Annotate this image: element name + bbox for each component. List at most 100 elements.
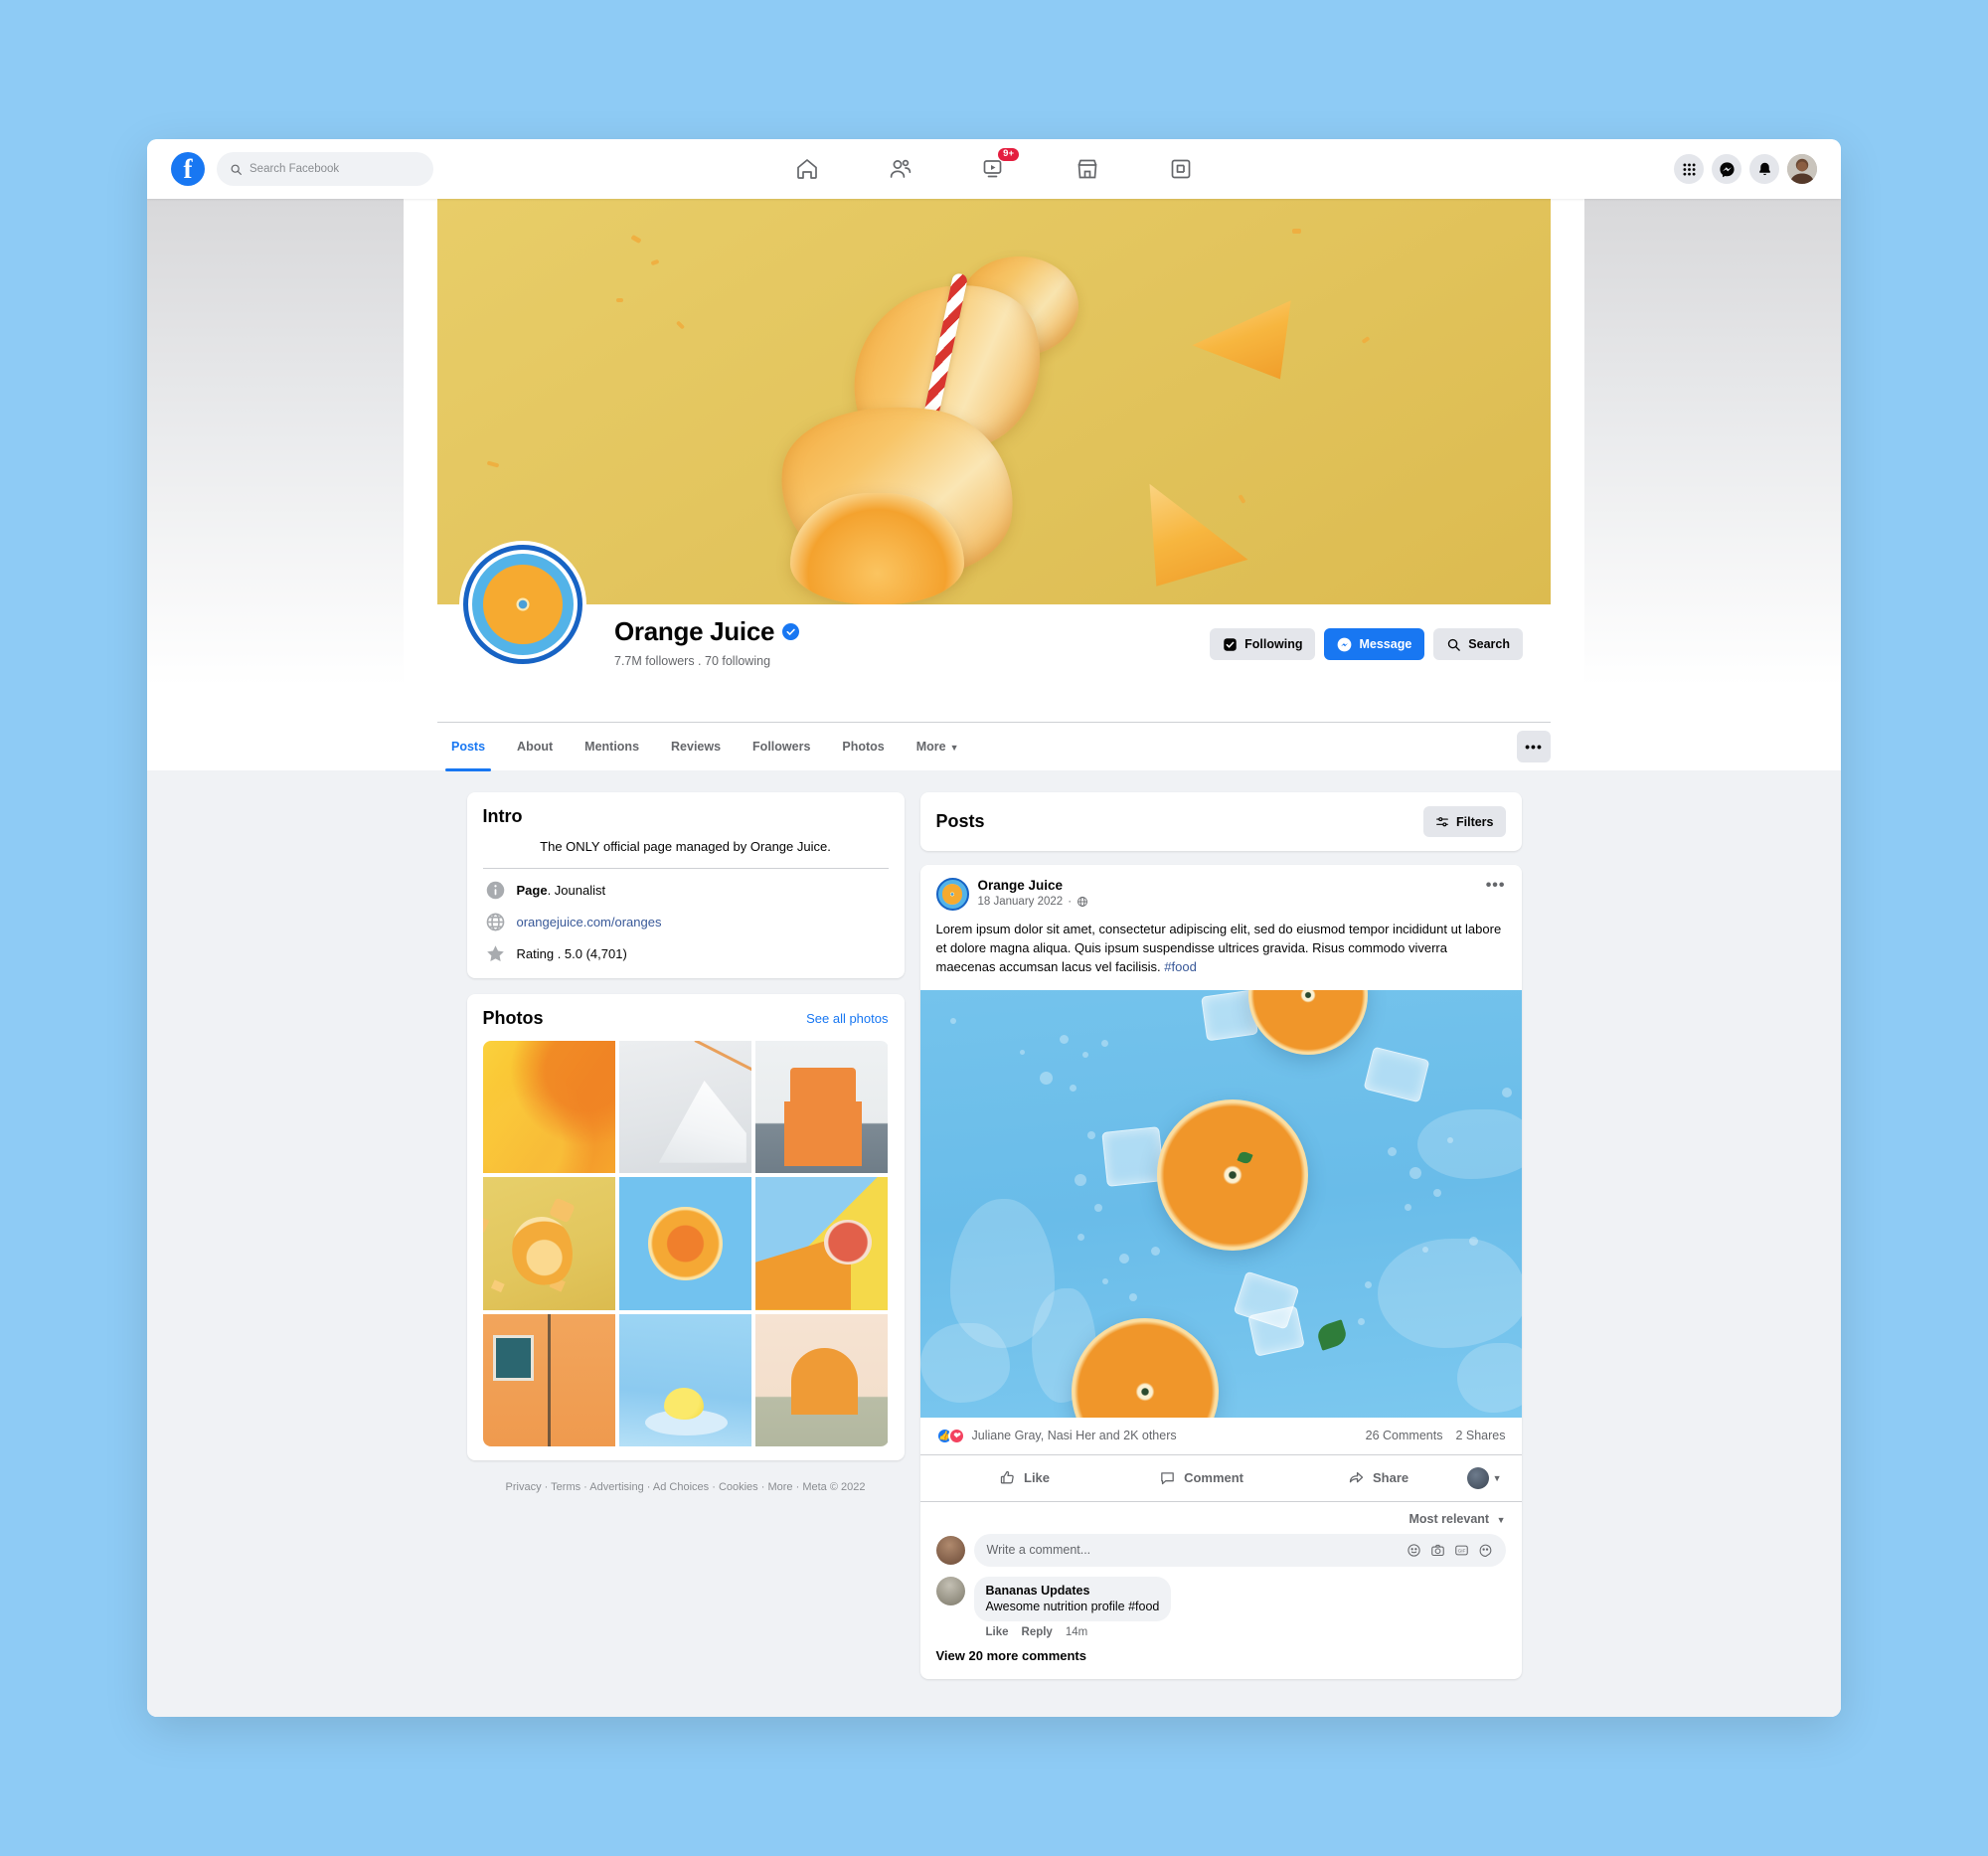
photo-thumbnail[interactable] (618, 1041, 752, 1174)
like-button-label: Like (1024, 1470, 1051, 1486)
post-action-row: Like Comment Share ▼ (919, 1455, 1522, 1502)
following-button[interactable]: Following (1210, 628, 1316, 660)
comment-text: Awesome nutrition profile #food (985, 1599, 1160, 1613)
share-as-avatar[interactable] (1466, 1466, 1489, 1489)
photo-thumbnail[interactable] (618, 1313, 752, 1446)
profile-picture[interactable] (459, 541, 586, 668)
page-title: Orange Juice (614, 616, 800, 647)
filters-button-label: Filters (1455, 814, 1494, 829)
nav-watch-icon[interactable]: 9+ (981, 147, 1020, 182)
messenger-icon[interactable] (1712, 154, 1741, 184)
footer-links: Privacy · Terms · Advertising · Ad Choic… (505, 1480, 866, 1493)
star-icon (485, 943, 506, 964)
globe-privacy-icon (1077, 897, 1087, 907)
intro-category-rest: . Jounalist (547, 883, 606, 898)
photo-thumbnail[interactable] (755, 1177, 889, 1310)
photos-card: Photos See all photos (466, 994, 905, 1460)
gif-icon[interactable]: GIF (1454, 1543, 1469, 1558)
view-more-comments-link[interactable]: View 20 more comments (920, 1642, 1522, 1679)
tab-mentions[interactable]: Mentions (571, 723, 653, 771)
photo-thumbnail[interactable] (755, 1313, 889, 1446)
comment-input[interactable]: Write a comment... GIF (973, 1533, 1506, 1567)
footer-link-more[interactable]: More (767, 1481, 792, 1493)
tab-more[interactable]: More ▼ (903, 723, 973, 771)
footer-link-privacy[interactable]: Privacy (506, 1481, 542, 1493)
post-shares-count[interactable]: 2 Shares (1455, 1429, 1505, 1442)
camera-icon[interactable] (1430, 1543, 1445, 1558)
cover-wedge-1 (1192, 300, 1291, 380)
profile-action-buttons: Following Message Search (1210, 628, 1523, 660)
footer-link-cookies[interactable]: Cookies (719, 1481, 758, 1493)
cover-left-gradient (147, 199, 404, 686)
message-button[interactable]: Message (1324, 628, 1425, 660)
photos-title: Photos (482, 1008, 544, 1028)
tab-followers[interactable]: Followers (739, 723, 824, 771)
cover-photo[interactable] (437, 199, 1551, 604)
cover-right-gradient (1584, 199, 1841, 686)
topbar-right-actions (1674, 154, 1817, 184)
footer-link-adchoices[interactable]: Ad Choices (653, 1481, 709, 1493)
grid-menu-icon[interactable] (1674, 154, 1704, 184)
search-input[interactable]: Search Facebook (217, 152, 433, 186)
page-search-button[interactable]: Search (1433, 628, 1523, 660)
intro-website-link[interactable]: orangejuice.com/oranges (517, 915, 662, 929)
share-button[interactable]: Share (1290, 1460, 1467, 1496)
comment-like-action[interactable]: Like (986, 1626, 1009, 1638)
footer-link-terms[interactable]: Terms (551, 1481, 580, 1493)
comment-button[interactable]: Comment (1113, 1460, 1290, 1496)
nav-groups-icon[interactable] (1168, 156, 1194, 182)
comment-reply-action[interactable]: Reply (1022, 1626, 1053, 1638)
page-name-text: Orange Juice (614, 616, 775, 646)
tab-reviews[interactable]: Reviews (657, 723, 735, 771)
photo-thumbnail[interactable] (482, 1313, 615, 1446)
post-body: Lorem ipsum dolor sit amet, consectetur … (935, 922, 1502, 974)
photo-thumbnail[interactable] (755, 1041, 889, 1174)
footer-copyright: Meta © 2022 (802, 1480, 866, 1493)
photo-thumbnail[interactable] (482, 1177, 615, 1310)
nav-marketplace-icon[interactable] (1075, 156, 1100, 182)
tab-posts[interactable]: Posts (437, 723, 499, 771)
search-icon (1448, 638, 1461, 651)
reaction-icons: 👍 ❤ (935, 1427, 965, 1444)
post-author-avatar[interactable] (935, 878, 969, 911)
emoji-icon[interactable] (1407, 1543, 1421, 1558)
facebook-topbar: f Search Facebook 9+ (147, 139, 1841, 199)
post-card: Orange Juice 18 January 2022 · ••• Lorem… (919, 865, 1522, 1679)
comment-button-label: Comment (1184, 1470, 1244, 1486)
post-comments-count[interactable]: 26 Comments (1366, 1429, 1443, 1442)
like-button[interactable]: Like (936, 1460, 1113, 1496)
facebook-logo[interactable]: f (171, 152, 205, 186)
photo-thumbnail[interactable] (482, 1041, 615, 1174)
info-icon (485, 880, 506, 901)
comment-author-name[interactable]: Bananas Updates (986, 1584, 1160, 1598)
comment-sort-selector[interactable]: Most relevant ▼ (920, 1502, 1522, 1530)
posts-panel-header: Posts Filters (919, 792, 1522, 851)
post-options-button[interactable]: ••• (1486, 877, 1506, 895)
filters-button[interactable]: Filters (1422, 806, 1506, 837)
thumbs-up-icon (1000, 1470, 1014, 1484)
verified-badge-icon (782, 623, 800, 640)
tab-photos[interactable]: Photos (828, 723, 898, 771)
nav-home-icon[interactable] (794, 156, 820, 182)
intro-rating-row: Rating . 5.0 (4,701) (483, 932, 889, 964)
page-options-button[interactable]: ••• (1517, 731, 1551, 762)
tab-about[interactable]: About (503, 723, 567, 771)
nav-friends-icon[interactable] (888, 156, 913, 182)
post-reactions-text[interactable]: Juliane Gray, Nasi Her and 2K others (972, 1429, 1177, 1442)
comment-author-avatar[interactable] (935, 1576, 965, 1605)
post-image[interactable] (919, 989, 1522, 1418)
chevron-down-icon[interactable]: ▼ (1493, 1473, 1502, 1483)
comment-compose-row: Write a comment... GIF (920, 1530, 1522, 1577)
photo-thumbnail[interactable] (618, 1177, 752, 1310)
following-check-icon (1224, 637, 1237, 651)
chevron-down-icon: ▼ (949, 742, 959, 753)
see-all-photos-link[interactable]: See all photos (806, 1011, 888, 1026)
filters-icon (1436, 816, 1448, 826)
bell-icon[interactable] (1749, 154, 1779, 184)
current-user-avatar (935, 1535, 965, 1565)
footer-link-advertising[interactable]: Advertising (589, 1481, 643, 1493)
sticker-icon[interactable] (1478, 1543, 1493, 1558)
post-author-name[interactable]: Orange Juice (978, 878, 1089, 893)
account-avatar[interactable] (1787, 154, 1817, 184)
post-hashtag-link[interactable]: #food (1164, 959, 1197, 974)
